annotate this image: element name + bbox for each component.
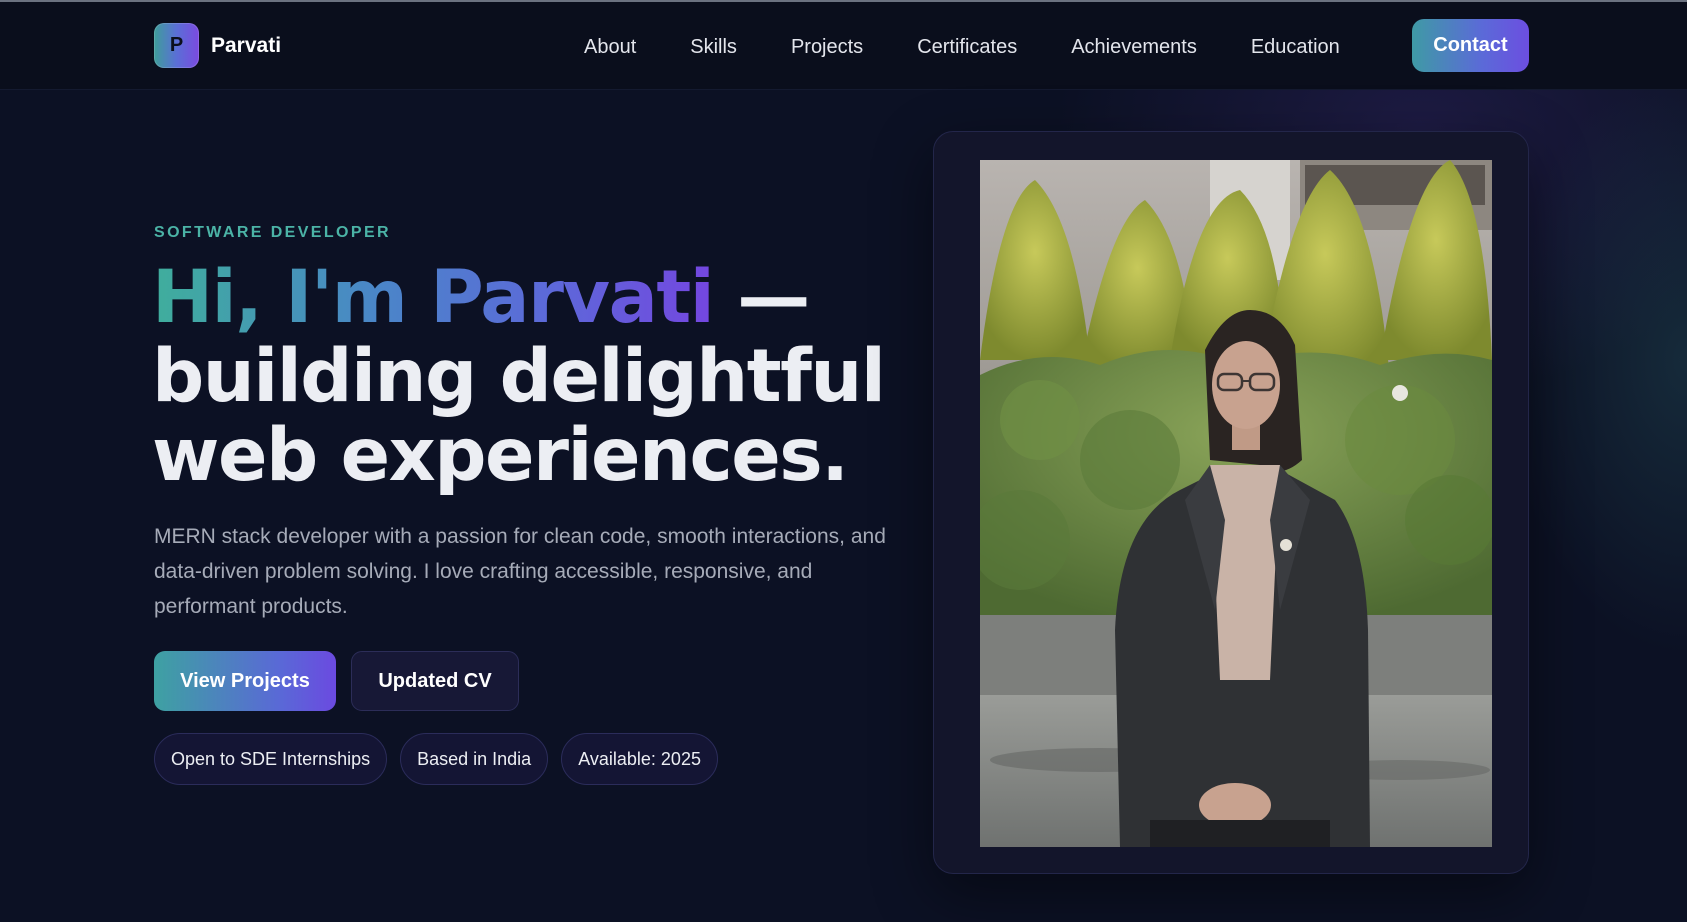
- badge-location: Based in India: [400, 733, 549, 785]
- hero-eyebrow: SOFTWARE DEVELOPER: [154, 224, 391, 241]
- badge-internships: Open to SDE Internships: [154, 733, 388, 785]
- profile-photo: [980, 160, 1492, 847]
- view-projects-button[interactable]: View Projects: [154, 651, 336, 711]
- contact-button[interactable]: Contact: [1412, 19, 1529, 72]
- nav-link-about[interactable]: About: [580, 36, 663, 59]
- nav-links: About Skills Projects Certificates Achie…: [580, 21, 1367, 73]
- navbar: P Parvati About Skills Projects Certific…: [0, 2, 1687, 90]
- nav-link-education[interactable]: Education: [1224, 36, 1367, 59]
- brand-link[interactable]: P Parvati: [154, 23, 281, 68]
- brand-name: Parvati: [211, 33, 282, 57]
- hero-description: MERN stack developer with a passion for …: [154, 525, 886, 618]
- headline-highlight: Hi, I'm Parvati: [152, 255, 715, 340]
- badge-availability: Available: 2025: [561, 733, 718, 785]
- profile-photo-card: [933, 131, 1529, 874]
- nav-link-achievements[interactable]: Achievements: [1044, 36, 1224, 59]
- portfolio-page: P Parvati About Skills Projects Certific…: [0, 0, 1687, 922]
- brand-logo-icon: P: [154, 23, 199, 68]
- hero-badges: Open to SDE Internships Based in India A…: [154, 733, 718, 785]
- nav-link-certificates[interactable]: Certificates: [890, 36, 1044, 59]
- hero-headline: Hi, I'm Parvati — building delightful we…: [152, 258, 912, 495]
- nav-link-skills[interactable]: Skills: [663, 36, 764, 59]
- updated-cv-button[interactable]: Updated CV: [351, 651, 519, 711]
- nav-link-projects[interactable]: Projects: [764, 36, 890, 59]
